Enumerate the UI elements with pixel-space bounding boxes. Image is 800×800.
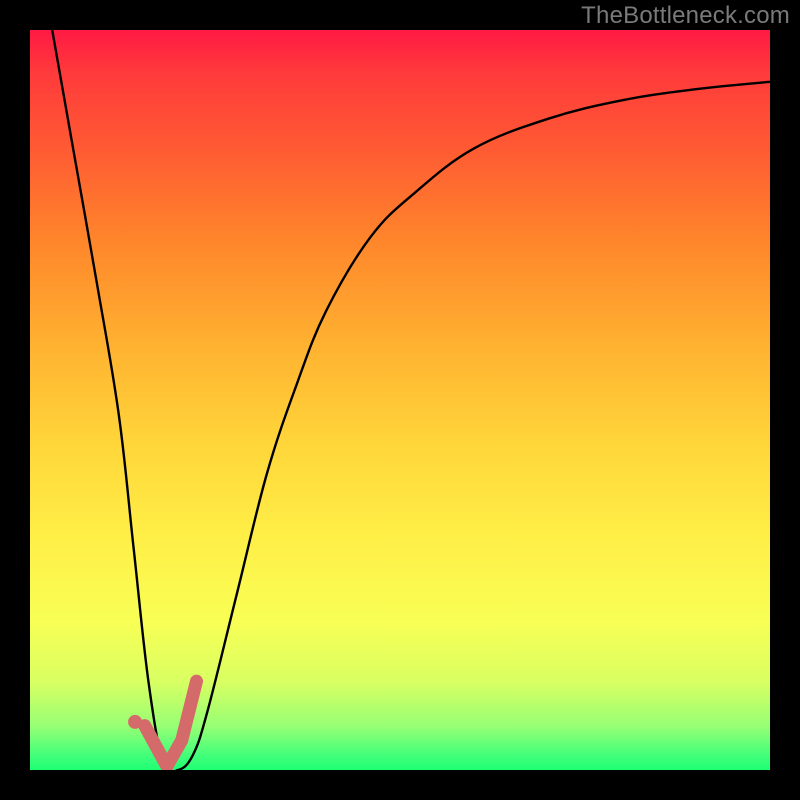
plot-area: [30, 30, 770, 770]
overlay-marker: [145, 681, 197, 766]
overlay-dot: [128, 715, 142, 729]
chart-frame: TheBottleneck.com: [0, 0, 800, 800]
curve-layer: [30, 30, 770, 770]
bottleneck-curve: [52, 30, 770, 770]
watermark-text: TheBottleneck.com: [581, 2, 790, 30]
